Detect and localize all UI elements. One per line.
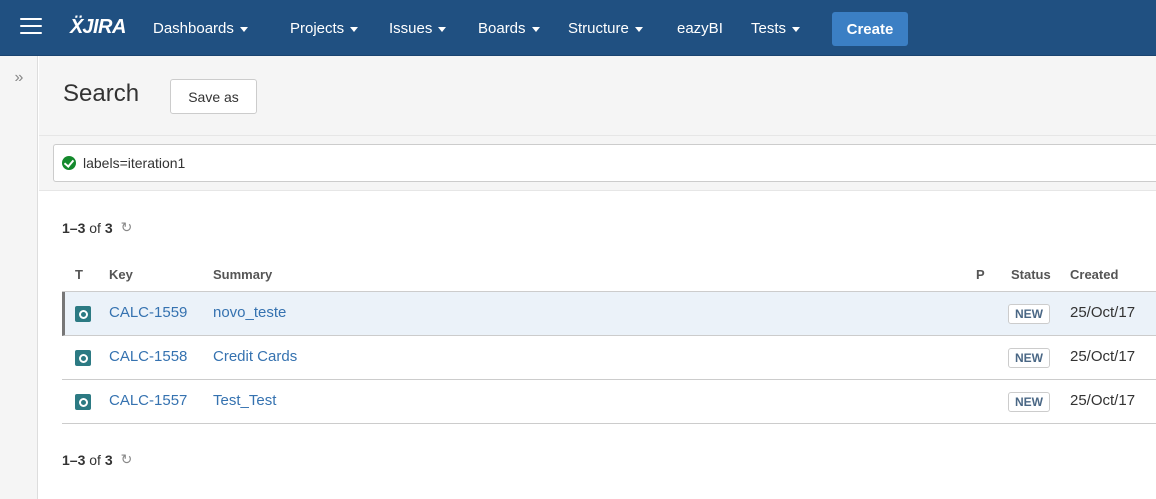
jql-query-input[interactable]: labels=iteration1 [53,144,1156,182]
page-title: Search [63,80,140,107]
chevron-down-icon [792,26,801,32]
issue-type-icon[interactable] [75,394,91,410]
created-date: 25/Oct/17 [1070,348,1136,365]
issue-summary-link[interactable]: Credit Cards [213,348,297,365]
issue-summary-link[interactable]: Test_Test [213,392,276,409]
save-as-button[interactable]: Save as [170,79,257,114]
column-header-key[interactable]: Key [109,267,133,282]
nav-projects[interactable]: Projects [290,0,359,56]
nav-dashboards[interactable]: Dashboards [153,0,248,56]
nav-issues[interactable]: Issues [389,0,447,56]
chevron-down-icon [634,26,643,32]
nav-tests[interactable]: Tests [751,0,801,56]
nav-eazybi[interactable]: eazyBI [677,0,723,56]
results-total: 3 [104,219,113,236]
chevron-down-icon [438,26,447,32]
column-header-type[interactable]: T [75,267,83,282]
jira-logo-text: JIRA [82,15,126,38]
nav-issues-label: Issues [389,19,433,37]
table-row[interactable]: CALC-1558 Credit Cards NEW 25/Oct/17 [62,336,1156,380]
hamburger-icon[interactable] [20,18,42,38]
jql-query-text: labels=iteration1 [83,155,186,171]
table-row[interactable]: CALC-1559 novo_teste NEW 25/Oct/17 [62,292,1156,336]
jira-logo[interactable]: Ẍ JIRA [70,12,126,42]
status-badge: NEW [1008,348,1050,368]
column-header-priority[interactable]: P [976,267,985,282]
refresh-icon[interactable]: ↻ [121,219,133,236]
nav-structure[interactable]: Structure [568,0,643,56]
nav-tests-label: Tests [751,19,787,37]
sidebar: » [0,56,38,499]
nav-boards-label: Boards [478,19,526,37]
create-button[interactable]: Create [832,12,908,46]
jira-logo-mark: Ẍ [70,15,83,38]
page-header: Search Save as [39,56,1156,136]
nav-eazybi-label: eazyBI [677,19,723,37]
issue-type-icon[interactable] [75,306,91,322]
issue-summary-link[interactable]: novo_teste [213,304,286,321]
issue-key-link[interactable]: CALC-1559 [109,304,187,321]
expand-sidebar-icon[interactable]: » [9,70,29,86]
nav-projects-label: Projects [290,19,345,37]
chevron-down-icon [531,26,540,32]
issue-type-icon[interactable] [75,350,91,366]
status-badge: NEW [1008,304,1050,324]
results-range: 1–3 [62,219,86,236]
table-row[interactable]: CALC-1557 Test_Test NEW 25/Oct/17 [62,380,1156,424]
chevron-down-icon [350,26,359,32]
results-count-bottom: 1–3 of 3 ↻ [62,451,132,468]
column-header-summary[interactable]: Summary [213,267,272,282]
issue-key-link[interactable]: CALC-1558 [109,348,187,365]
created-date: 25/Oct/17 [1070,304,1136,321]
top-navigation-bar: Ẍ JIRA Dashboards Projects Issues Boards … [0,0,1156,56]
column-header-created[interactable]: Created [1070,267,1118,282]
results-total: 3 [104,451,113,468]
chevron-down-icon [239,26,248,32]
results-count-top: 1–3 of 3 ↻ [62,219,132,236]
results-of: of [89,451,101,468]
results-range: 1–3 [62,451,86,468]
column-header-status[interactable]: Status [1011,267,1051,282]
created-date: 25/Oct/17 [1070,392,1136,409]
status-badge: NEW [1008,392,1050,412]
nav-structure-label: Structure [568,19,629,37]
query-bar: labels=iteration1 [39,136,1156,191]
check-circle-icon [62,156,76,170]
refresh-icon[interactable]: ↻ [121,451,133,468]
results-of: of [89,219,101,236]
issue-key-link[interactable]: CALC-1557 [109,392,187,409]
nav-boards[interactable]: Boards [478,0,540,56]
nav-dashboards-label: Dashboards [153,19,234,37]
